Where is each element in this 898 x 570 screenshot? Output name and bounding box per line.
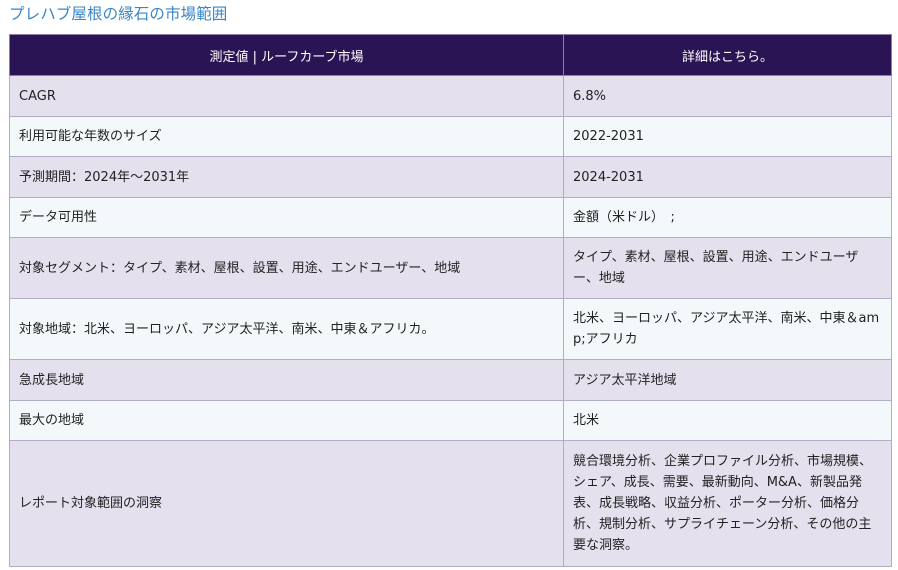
table-row: 利用可能な年数のサイズ 2022-2031 <box>9 116 892 157</box>
row-value: 競合環境分析、企業プロファイル分析、市場規模、シェア、成長、需要、最新動向、M&… <box>563 440 892 567</box>
row-value: 金額（米ドル） ; <box>563 197 892 238</box>
table-row: レポート対象範囲の洞察 競合環境分析、企業プロファイル分析、市場規模、シェア、成… <box>9 440 892 567</box>
row-label: レポート対象範囲の洞察 <box>9 440 564 567</box>
row-value: タイプ、素材、屋根、設置、用途、エンドユーザー、地域 <box>563 237 892 299</box>
row-label: 予測期間：2024年～2031年 <box>9 156 564 198</box>
table-row: 急成長地域 アジア太平洋地域 <box>9 359 892 401</box>
table-row: 予測期間：2024年～2031年 2024-2031 <box>9 156 892 198</box>
row-value: 北米、ヨーロッパ、アジア太平洋、南米、中東＆amp;アフリカ <box>563 298 892 360</box>
row-label: 対象セグメント：タイプ、素材、屋根、設置、用途、エンドユーザー、地域 <box>9 237 564 299</box>
table-row: CAGR 6.8% <box>9 75 892 117</box>
row-label: データ可用性 <box>9 197 564 238</box>
table-row: 対象セグメント：タイプ、素材、屋根、設置、用途、エンドユーザー、地域 タイプ、素… <box>9 237 892 299</box>
row-value: 6.8% <box>563 75 892 117</box>
row-label: CAGR <box>9 75 564 117</box>
row-value: 北米 <box>563 400 892 441</box>
page-title: プレハブ屋根の縁石の市場範囲 <box>9 5 228 23</box>
row-label: 急成長地域 <box>9 359 564 401</box>
table-row: 最大の地域 北米 <box>9 400 892 441</box>
row-label: 対象地域：北米、ヨーロッパ、アジア太平洋、南米、中東＆アフリカ。 <box>9 298 564 360</box>
table-row: データ可用性 金額（米ドル） ; <box>9 197 892 238</box>
row-label: 最大の地域 <box>9 400 564 441</box>
column-header-details: 詳細はこちら。 <box>563 34 892 76</box>
row-value: アジア太平洋地域 <box>563 359 892 401</box>
table-row: 対象地域：北米、ヨーロッパ、アジア太平洋、南米、中東＆アフリカ。 北米、ヨーロッ… <box>9 298 892 360</box>
column-header-metric: 測定値 | ルーフカーブ市場 <box>9 34 564 76</box>
row-value: 2022-2031 <box>563 116 892 157</box>
row-label: 利用可能な年数のサイズ <box>9 116 564 157</box>
row-value: 2024-2031 <box>563 156 892 198</box>
market-scope-table: 測定値 | ルーフカーブ市場 詳細はこちら。 CAGR 6.8% 利用可能な年数… <box>9 34 892 567</box>
table-header-row: 測定値 | ルーフカーブ市場 詳細はこちら。 <box>9 34 892 76</box>
